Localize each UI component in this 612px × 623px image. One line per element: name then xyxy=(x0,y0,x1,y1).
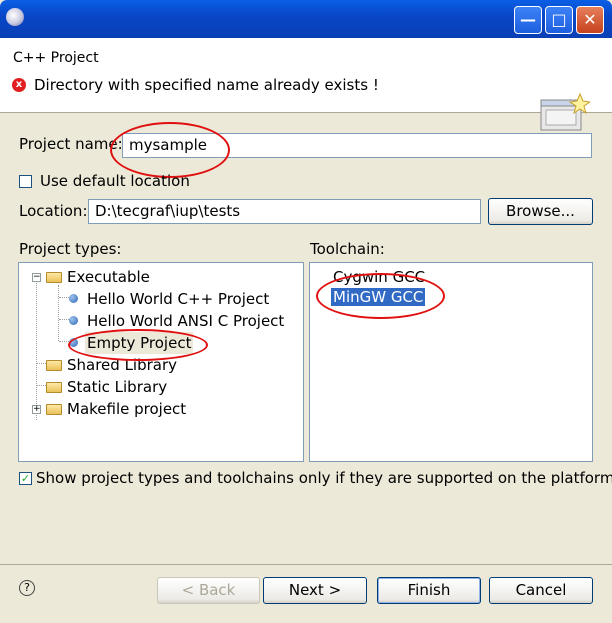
finish-button[interactable]: Finish xyxy=(377,577,481,604)
help-icon[interactable]: ? xyxy=(19,580,35,596)
browse-button[interactable]: Browse... xyxy=(488,198,593,225)
tree-item-label: Hello World ANSI C Project xyxy=(87,312,285,330)
location-input[interactable]: D:\tecgraf\iup\tests xyxy=(88,199,481,224)
cancel-button[interactable]: Cancel xyxy=(489,577,593,604)
annotation-circle-project-name xyxy=(110,122,230,178)
collapse-icon[interactable]: − xyxy=(32,273,41,282)
folder-icon xyxy=(46,382,62,393)
eclipse-app-icon xyxy=(6,8,24,26)
tree-item-label: Executable xyxy=(67,268,150,286)
location-label: Location: xyxy=(19,202,88,220)
folder-icon xyxy=(46,404,62,415)
tree-item-label: Makefile project xyxy=(67,400,187,418)
wizard-header: C++ Project x Directory with specified n… xyxy=(0,38,612,131)
annotation-circle-mingw xyxy=(316,273,445,319)
back-button[interactable]: < Back xyxy=(157,577,260,604)
minimize-button[interactable]: — xyxy=(514,6,542,34)
show-supported-label: Show project types and toolchains only i… xyxy=(36,469,612,487)
back-button-label: < Back xyxy=(181,581,236,599)
error-message: Directory with specified name already ex… xyxy=(34,76,379,94)
cancel-button-label: Cancel xyxy=(515,581,567,599)
folder-icon xyxy=(46,360,62,371)
template-bullet-icon xyxy=(69,294,78,303)
next-button-label: Next > xyxy=(288,581,342,599)
close-button[interactable]: ✕ xyxy=(576,6,604,34)
use-default-location-checkbox[interactable] xyxy=(19,175,32,188)
window-titlebar[interactable]: — □ ✕ xyxy=(0,0,612,38)
template-bullet-icon xyxy=(69,316,78,325)
show-supported-checkbox[interactable]: ✓ xyxy=(19,472,32,485)
expand-icon[interactable]: + xyxy=(32,405,41,414)
tree-item-label: Hello World C++ Project xyxy=(87,290,270,308)
error-icon: x xyxy=(12,78,26,92)
project-types-label: Project types: xyxy=(19,240,122,258)
finish-button-label: Finish xyxy=(407,581,451,599)
folder-icon xyxy=(46,272,62,283)
project-types-tree[interactable]: − Executable Hello World C++ Project Hel… xyxy=(18,262,304,462)
bottom-separator xyxy=(0,564,612,565)
wizard-title: C++ Project xyxy=(13,50,99,66)
toolchain-label: Toolchain: xyxy=(310,240,385,258)
maximize-button[interactable]: □ xyxy=(545,6,573,34)
project-name-label: Project name: xyxy=(19,135,123,153)
use-default-location-label: Use default location xyxy=(40,172,190,190)
next-button[interactable]: Next > xyxy=(263,577,367,604)
wizard-banner-icon xyxy=(540,92,590,131)
tree-item-label: Static Library xyxy=(67,378,168,396)
annotation-circle-empty-project xyxy=(68,329,208,361)
